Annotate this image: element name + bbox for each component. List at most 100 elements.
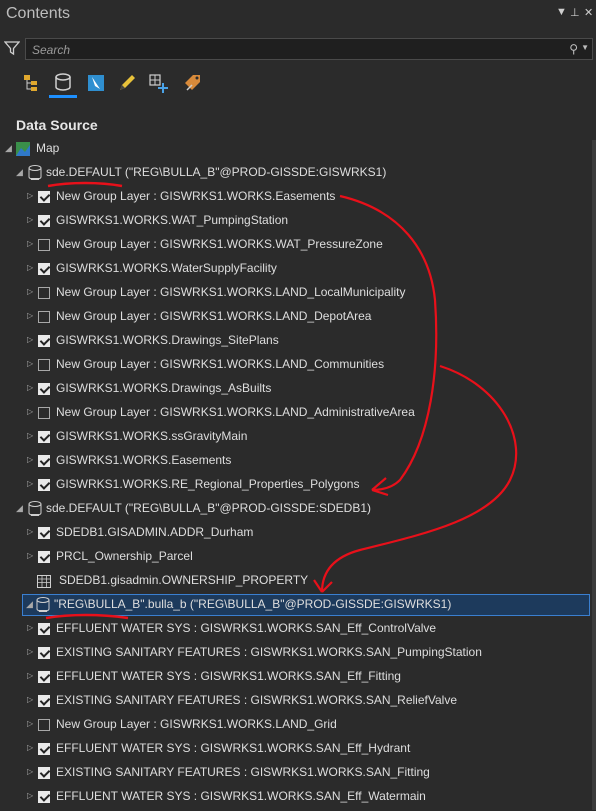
expand-arrow-icon[interactable]: ▷ bbox=[27, 311, 33, 320]
layer-visibility-checkbox[interactable] bbox=[38, 191, 50, 203]
layer-visibility-checkbox[interactable] bbox=[38, 767, 50, 779]
layer-visibility-checkbox[interactable] bbox=[38, 719, 50, 731]
expand-arrow-icon[interactable]: ▷ bbox=[27, 287, 33, 296]
list-by-snapping-button[interactable] bbox=[145, 68, 173, 98]
layer-visibility-checkbox[interactable] bbox=[38, 407, 50, 419]
expand-arrow-icon[interactable]: ▷ bbox=[27, 551, 33, 560]
expand-arrow-icon[interactable]: ▷ bbox=[27, 647, 33, 656]
layer-visibility-checkbox[interactable] bbox=[38, 647, 50, 659]
layer-visibility-checkbox[interactable] bbox=[38, 239, 50, 251]
layer-node[interactable]: ▷ New Group Layer : GISWRKS1.WORKS.WAT_Pr… bbox=[0, 234, 596, 256]
search-box[interactable]: ⚲ ▼ bbox=[25, 38, 593, 60]
layer-visibility-checkbox[interactable] bbox=[38, 671, 50, 683]
layer-node[interactable]: ▷ GISWRKS1.WORKS.Easements bbox=[0, 450, 596, 472]
table-icon bbox=[37, 575, 51, 588]
data-source-node[interactable]: ◢ sde.DEFAULT ("REG\BULLA_B"@PROD-GISSDE:… bbox=[0, 162, 596, 184]
layer-visibility-checkbox[interactable] bbox=[38, 335, 50, 347]
collapse-arrow-icon[interactable]: ◢ bbox=[16, 167, 23, 178]
search-options-chevron-icon[interactable]: ▼ bbox=[581, 43, 589, 52]
expand-arrow-icon[interactable]: ▷ bbox=[27, 623, 33, 632]
layer-node[interactable]: ▷ SDEDB1.GISADMIN.ADDR_Durham bbox=[0, 522, 596, 544]
expand-arrow-icon[interactable]: ▷ bbox=[27, 431, 33, 440]
layer-visibility-checkbox[interactable] bbox=[38, 431, 50, 443]
expand-arrow-icon[interactable]: ▷ bbox=[27, 719, 33, 728]
layer-visibility-checkbox[interactable] bbox=[38, 791, 50, 803]
layer-node[interactable]: ▷ New Group Layer : GISWRKS1.WORKS.LAND_C… bbox=[0, 354, 596, 376]
layer-visibility-checkbox[interactable] bbox=[38, 743, 50, 755]
layer-node[interactable]: ▷ GISWRKS1.WORKS.WaterSupplyFacility bbox=[0, 258, 596, 280]
map-node[interactable]: ◢ Map bbox=[0, 138, 596, 160]
expand-arrow-icon[interactable]: ▷ bbox=[27, 383, 33, 392]
layer-visibility-checkbox[interactable] bbox=[38, 311, 50, 323]
layer-node[interactable]: ▷ GISWRKS1.WORKS.Drawings_SitePlans bbox=[0, 330, 596, 352]
list-by-labeling-button[interactable] bbox=[178, 68, 206, 98]
layer-visibility-checkbox[interactable] bbox=[38, 263, 50, 275]
collapse-arrow-icon[interactable]: ◢ bbox=[5, 143, 12, 154]
list-by-data-source-button[interactable] bbox=[49, 68, 77, 98]
layer-node[interactable]: ▷ New Group Layer : GISWRKS1.WORKS.LAND_G… bbox=[0, 714, 596, 736]
collapse-arrow-icon[interactable]: ◢ bbox=[16, 503, 23, 514]
table-label: SDEDB1.gisadmin.OWNERSHIP_PROPERTY bbox=[59, 573, 309, 587]
layer-label: New Group Layer : GISWRKS1.WORKS.LAND_De… bbox=[56, 309, 372, 323]
layer-visibility-checkbox[interactable] bbox=[38, 455, 50, 467]
expand-arrow-icon[interactable]: ▷ bbox=[27, 791, 33, 800]
layer-visibility-checkbox[interactable] bbox=[38, 383, 50, 395]
layer-node[interactable]: ▷ GISWRKS1.WORKS.Drawings_AsBuilts bbox=[0, 378, 596, 400]
layer-visibility-checkbox[interactable] bbox=[38, 695, 50, 707]
expand-arrow-icon[interactable]: ▷ bbox=[27, 191, 33, 200]
layer-label: GISWRKS1.WORKS.WAT_PumpingStation bbox=[56, 213, 289, 227]
layer-node[interactable]: ▷ EXISTING SANITARY FEATURES : GISWRKS1.W… bbox=[0, 762, 596, 784]
layer-visibility-checkbox[interactable] bbox=[38, 527, 50, 539]
layer-visibility-checkbox[interactable] bbox=[38, 551, 50, 563]
layer-label: New Group Layer : GISWRKS1.WORKS.LAND_Gr… bbox=[56, 717, 337, 731]
layer-visibility-checkbox[interactable] bbox=[38, 623, 50, 635]
list-by-selection-button[interactable] bbox=[82, 68, 110, 98]
layer-node[interactable]: ▷ PRCL_Ownership_Parcel bbox=[0, 546, 596, 568]
layer-node[interactable]: ▷ GISWRKS1.WORKS.WAT_PumpingStation bbox=[0, 210, 596, 232]
expand-arrow-icon[interactable]: ▷ bbox=[27, 215, 33, 224]
layer-node[interactable]: ▷ GISWRKS1.WORKS.ssGravityMain bbox=[0, 426, 596, 448]
layer-node[interactable]: ▷ New Group Layer : GISWRKS1.WORKS.Easeme… bbox=[0, 186, 596, 208]
layer-node[interactable]: ▷ EXISTING SANITARY FEATURES : GISWRKS1.W… bbox=[0, 642, 596, 664]
layer-node[interactable]: ▷ GISWRKS1.WORKS.RE_Regional_Properties_P… bbox=[0, 474, 596, 496]
expand-arrow-icon[interactable]: ▷ bbox=[27, 767, 33, 776]
layer-node[interactable]: ▷ EFFLUENT WATER SYS : GISWRKS1.WORKS.SAN… bbox=[0, 666, 596, 688]
data-source-node[interactable]: ◢ "REG\BULLA_B".bulla_b ("REG\BULLA_B"@PR… bbox=[0, 594, 596, 616]
pin-icon[interactable]: ⊥ bbox=[570, 6, 580, 19]
list-by-drawing-order-button[interactable] bbox=[18, 68, 46, 98]
layer-visibility-checkbox[interactable] bbox=[38, 359, 50, 371]
filter-icon[interactable] bbox=[4, 40, 20, 56]
expand-arrow-icon[interactable]: ▷ bbox=[27, 695, 33, 704]
list-by-editing-button[interactable] bbox=[113, 68, 141, 98]
expand-arrow-icon[interactable]: ▷ bbox=[27, 407, 33, 416]
pane-options-icon[interactable]: ▼ bbox=[556, 6, 567, 18]
search-icon[interactable]: ⚲ bbox=[569, 42, 578, 56]
expand-arrow-icon[interactable]: ▷ bbox=[27, 743, 33, 752]
search-input[interactable] bbox=[30, 41, 554, 59]
expand-arrow-icon[interactable]: ▷ bbox=[27, 527, 33, 536]
layer-visibility-checkbox[interactable] bbox=[38, 215, 50, 227]
expand-arrow-icon[interactable]: ▷ bbox=[27, 479, 33, 488]
scrollbar[interactable] bbox=[592, 140, 596, 810]
collapse-arrow-icon[interactable]: ◢ bbox=[26, 599, 33, 610]
expand-arrow-icon[interactable]: ▷ bbox=[27, 239, 33, 248]
expand-arrow-icon[interactable]: ▷ bbox=[27, 455, 33, 464]
layer-visibility-checkbox[interactable] bbox=[38, 287, 50, 299]
table-node[interactable]: SDEDB1.gisadmin.OWNERSHIP_PROPERTY bbox=[0, 570, 596, 592]
layer-node[interactable]: ▷ EFFLUENT WATER SYS : GISWRKS1.WORKS.SAN… bbox=[0, 618, 596, 640]
layer-node[interactable]: ▷ EFFLUENT WATER SYS : GISWRKS1.WORKS.SAN… bbox=[0, 738, 596, 760]
expand-arrow-icon[interactable]: ▷ bbox=[27, 335, 33, 344]
expand-arrow-icon[interactable]: ▷ bbox=[27, 671, 33, 680]
layer-node[interactable]: ▷ EFFLUENT WATER SYS : GISWRKS1.WORKS.SAN… bbox=[0, 786, 596, 808]
expand-arrow-icon[interactable]: ▷ bbox=[27, 359, 33, 368]
data-source-label: "REG\BULLA_B".bulla_b ("REG\BULLA_B"@PRO… bbox=[54, 597, 452, 611]
close-icon[interactable]: ✕ bbox=[584, 6, 593, 19]
layer-label: GISWRKS1.WORKS.RE_Regional_Properties_Po… bbox=[56, 477, 360, 491]
layer-node[interactable]: ▷ New Group Layer : GISWRKS1.WORKS.LAND_L… bbox=[0, 282, 596, 304]
layer-node[interactable]: ▷ New Group Layer : GISWRKS1.WORKS.LAND_A… bbox=[0, 402, 596, 424]
layer-visibility-checkbox[interactable] bbox=[38, 479, 50, 491]
layer-node[interactable]: ▷ New Group Layer : GISWRKS1.WORKS.LAND_D… bbox=[0, 306, 596, 328]
expand-arrow-icon[interactable]: ▷ bbox=[27, 263, 33, 272]
data-source-node[interactable]: ◢ sde.DEFAULT ("REG\BULLA_B"@PROD-GISSDE:… bbox=[0, 498, 596, 520]
layer-node[interactable]: ▷ EXISTING SANITARY FEATURES : GISWRKS1.W… bbox=[0, 690, 596, 712]
